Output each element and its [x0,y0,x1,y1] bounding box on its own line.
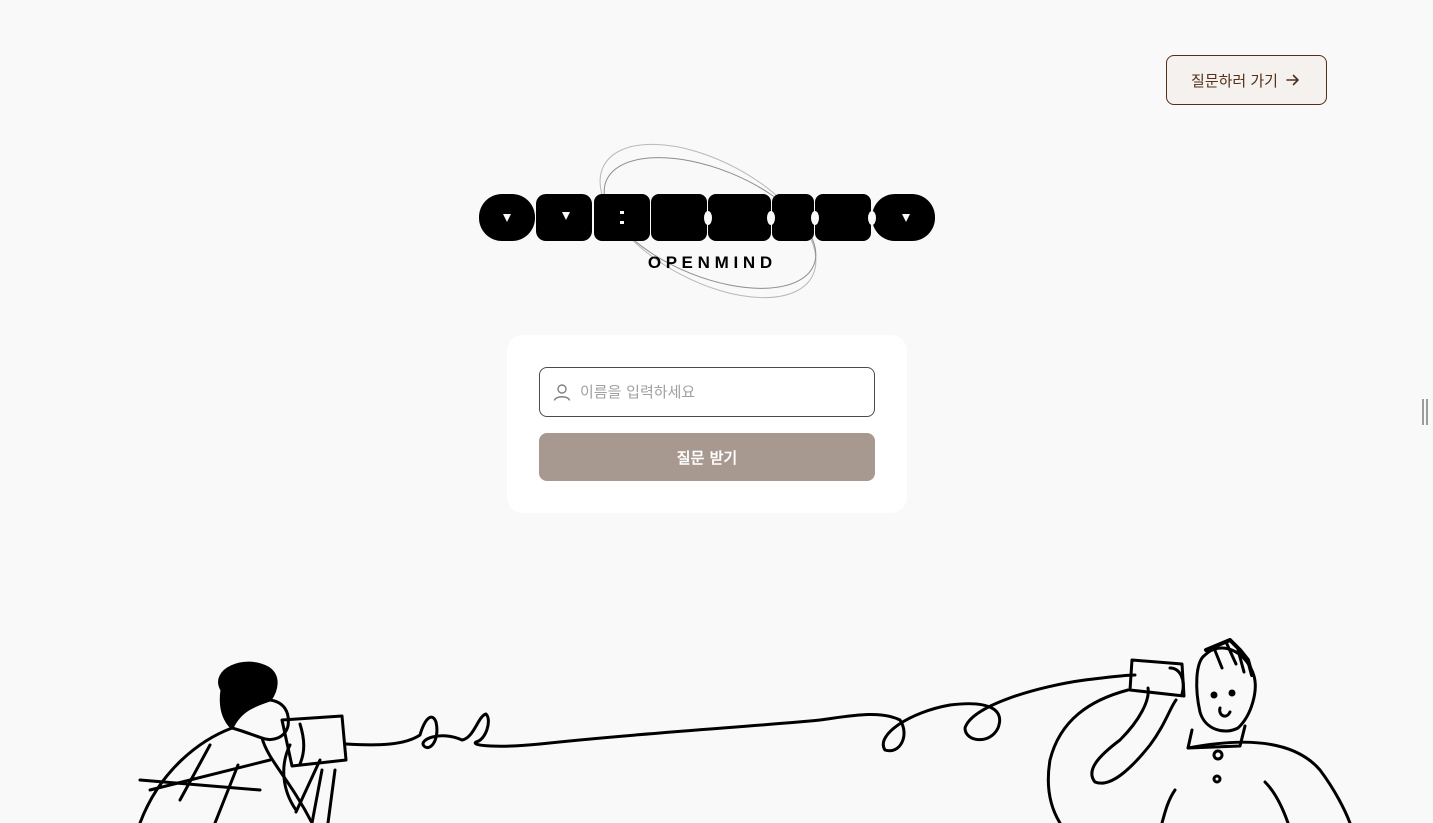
openmind-logo: O P E N M I N D [470,125,950,315]
go-question-button[interactable]: 질문하러 가기 [1166,55,1327,105]
page: 질문하러 가기 O P E N M I N D 이름을 입력하세요 질문 받기 [0,0,1433,823]
receive-questions-button[interactable]: 질문 받기 [539,433,875,481]
scroll-handle[interactable] [1421,398,1429,426]
name-form-card: 질문 받기 [507,335,907,513]
tin-can-phone-illustration [0,620,1433,823]
name-input[interactable] [580,383,860,401]
person-icon [552,382,572,402]
go-question-label: 질문하러 가기 [1191,72,1278,90]
name-input-field[interactable] [539,367,875,417]
arrow-right-icon [1284,71,1302,89]
logo-subtitle: O P E N M I N D [648,253,772,272]
